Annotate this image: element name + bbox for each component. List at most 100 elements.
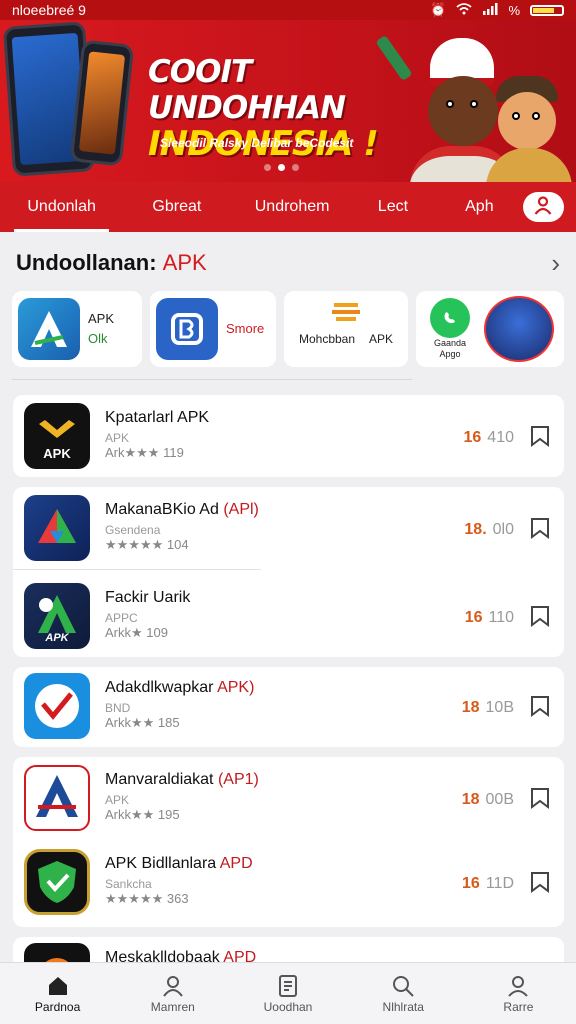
nav-download[interactable]: Uoodhan bbox=[230, 963, 345, 1024]
app-list-panel: Manvaraldiakat (AP1) APK Arkk★★ 195 18 00… bbox=[13, 757, 564, 927]
app-size: 18. 0l0 bbox=[464, 521, 514, 538]
tab-gbreat[interactable]: Gbreat bbox=[119, 182, 234, 232]
app-category: APPC bbox=[105, 611, 138, 625]
app-name: Adakdlkwapkar APK) bbox=[105, 679, 255, 696]
bookmark-icon[interactable] bbox=[530, 871, 550, 893]
triangle-logo-icon bbox=[24, 495, 90, 561]
app-rating: Arkk★★ 195 bbox=[105, 807, 180, 822]
app-rating: ★★★★★ 104 bbox=[105, 537, 189, 552]
app-size: 16 110 bbox=[464, 609, 514, 626]
nav-profile[interactable]: Rarre bbox=[461, 963, 576, 1024]
battery-percent: % bbox=[508, 2, 520, 18]
carousel-dots[interactable] bbox=[264, 164, 299, 171]
tab-undonlah[interactable]: Undonlah bbox=[4, 182, 119, 232]
section-header[interactable]: Undoollanan: APK › bbox=[16, 248, 560, 278]
app-rating: Arkk★★ 185 bbox=[105, 715, 180, 730]
hammer-logo-icon: APK bbox=[24, 403, 90, 469]
status-left-text: nloeebreé 9 bbox=[12, 2, 86, 18]
divider bbox=[12, 379, 412, 380]
search-icon bbox=[393, 975, 414, 997]
character-face-2 bbox=[498, 92, 556, 150]
bookmark-icon[interactable] bbox=[530, 605, 550, 627]
section-title: Undoollanan: APK bbox=[16, 250, 207, 275]
carousel-dot[interactable] bbox=[264, 164, 271, 171]
featured-card[interactable]: APK Olk bbox=[12, 291, 142, 367]
category-tabs: Undonlah Gbreat Undrohem Lect Aph bbox=[0, 182, 576, 232]
section-title-highlight: APK bbox=[162, 250, 207, 275]
character-eye bbox=[446, 100, 454, 108]
app-row[interactable]: MakanaBKio Ad (APl) Gsendena ★★★★★ 104 1… bbox=[13, 487, 564, 577]
download-doc-icon bbox=[279, 974, 297, 997]
bookmark-icon[interactable] bbox=[530, 695, 550, 717]
nav-home[interactable]: Pardnoa bbox=[0, 963, 115, 1024]
bookmark-icon[interactable] bbox=[530, 517, 550, 539]
app-name: APK Bidllanlara APD bbox=[105, 855, 253, 872]
tab-aph[interactable]: Aph bbox=[436, 182, 522, 232]
app-row[interactable]: APK Kpatarlarl APK APK Ark★★★ 119 16 410 bbox=[13, 395, 564, 477]
app-category: APK bbox=[105, 793, 130, 807]
account-button[interactable] bbox=[522, 192, 564, 222]
a-logo-icon bbox=[18, 298, 80, 360]
carousel-dot[interactable] bbox=[292, 164, 299, 171]
carousel-dot-active[interactable] bbox=[278, 164, 285, 171]
app-size: 18 10B bbox=[461, 699, 514, 716]
alarm-icon: ⏰ bbox=[430, 2, 447, 17]
whatsapp-icon bbox=[430, 298, 470, 338]
promo-banner[interactable]: COOIT UNDOHHAN INDONESIA ! Sleeodil Rals… bbox=[0, 20, 576, 182]
signal-icon bbox=[482, 2, 498, 18]
app-row[interactable]: APK Bidllanlara APD Sankcha ★★★★★ 363 16… bbox=[13, 841, 564, 927]
app-category: BND bbox=[105, 701, 131, 715]
shield-logo-icon bbox=[24, 849, 90, 915]
app-rating: Ark★★★ 119 bbox=[105, 445, 184, 460]
profile-icon bbox=[508, 975, 529, 997]
tab-undrohem[interactable]: Undrohem bbox=[234, 182, 349, 232]
phone-illustration-2 bbox=[69, 39, 135, 167]
app-row[interactable]: Manvaraldiakat (AP1) APK Arkk★★ 195 18 00… bbox=[13, 757, 564, 841]
app-row[interactable]: Adakdlkwapkar APK) BND Arkk★★ 185 18 10B bbox=[13, 667, 564, 747]
bookmark-icon[interactable] bbox=[530, 425, 550, 447]
character-face-1 bbox=[428, 76, 498, 146]
app-list-panel: Adakdlkwapkar APK) BND Arkk★★ 185 18 10B bbox=[13, 667, 564, 747]
bottom-navigation: Pardnoa Mamren Uoodhan Nlhlrata Rarre bbox=[0, 962, 576, 1024]
tab-lect[interactable]: Lect bbox=[350, 182, 436, 232]
user-icon bbox=[533, 195, 553, 220]
app-row[interactable]: APK Fackir Uarik APPC Arkk★ 109 16 110 bbox=[13, 577, 564, 657]
app-category: Sankcha bbox=[105, 877, 152, 891]
character-body-2 bbox=[486, 148, 572, 182]
app-size: 18 00B bbox=[461, 791, 514, 808]
featured-apps: APK Olk Smore Mohcbban APK Gaanda Apgo bbox=[12, 291, 564, 367]
app-name: Manvaraldiakat (AP1) bbox=[105, 771, 259, 788]
svg-text:APK: APK bbox=[44, 632, 69, 643]
checkmark-logo-icon bbox=[24, 673, 90, 739]
app-category: Gsendena bbox=[105, 523, 161, 537]
app-rating: Arkk★ 109 bbox=[105, 625, 168, 640]
featured-card[interactable]: Mohcbban APK bbox=[284, 291, 408, 367]
character-eye bbox=[512, 112, 520, 120]
app-size: 16 11D bbox=[462, 875, 514, 892]
character-eye bbox=[532, 112, 540, 120]
app-list-panel: APK Kpatarlarl APK APK Ark★★★ 119 16 410 bbox=[13, 395, 564, 477]
home-icon bbox=[48, 976, 67, 995]
app-name: Kpatarlarl APK bbox=[105, 409, 210, 426]
app-name: MakanaBKio Ad (APl) bbox=[105, 501, 259, 518]
chevron-right-icon[interactable]: › bbox=[551, 248, 560, 279]
battery-icon bbox=[530, 4, 564, 16]
row-divider bbox=[13, 569, 261, 570]
bookmark-icon[interactable] bbox=[530, 787, 550, 809]
featured-card[interactable]: Smore bbox=[150, 291, 276, 367]
app-size: 16 410 bbox=[463, 429, 515, 446]
stack-icon bbox=[330, 295, 362, 329]
app-list-panel: MakanaBKio Ad (APl) Gsendena ★★★★★ 104 1… bbox=[13, 487, 564, 657]
nav-search[interactable]: Nlhlrata bbox=[346, 963, 461, 1024]
status-bar: nloeebreé 9 ⏰ % bbox=[0, 0, 576, 20]
wifi-icon bbox=[456, 2, 473, 18]
character-eye bbox=[470, 100, 478, 108]
nav-person[interactable]: Mamren bbox=[115, 963, 230, 1024]
svg-text:APK: APK bbox=[43, 446, 71, 461]
person-icon bbox=[162, 975, 183, 997]
app-name: Fackir Uarik bbox=[105, 589, 191, 606]
featured-card[interactable]: Gaanda Apgo bbox=[416, 291, 564, 367]
a-green-logo-icon: APK bbox=[24, 583, 90, 649]
banner-subtitle: Sleeodil Ralsky Delibar beCodesit bbox=[160, 136, 354, 150]
app-category: APK bbox=[105, 431, 130, 445]
